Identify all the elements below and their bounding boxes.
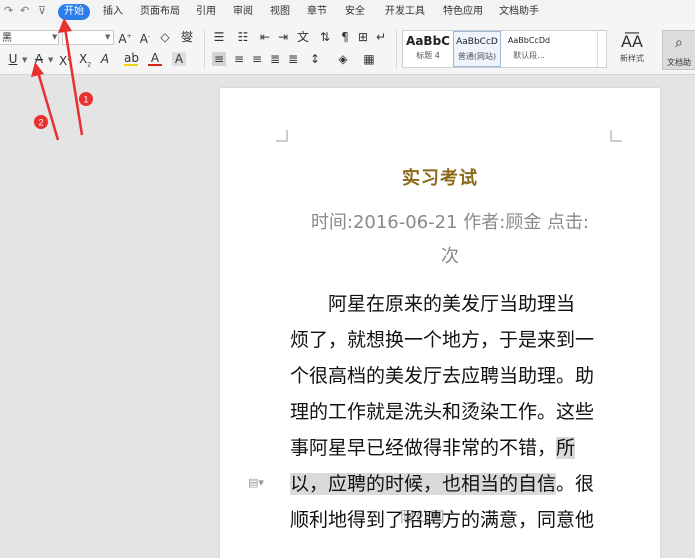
annotation-layer: 1 2 [31,18,93,141]
annotation-badge-2: 2 [34,115,48,129]
annotation-badge-1: 1 [79,92,93,106]
annotation-arrow-1 [58,18,84,136]
svg-text:1: 1 [83,95,88,105]
svg-text:2: 2 [38,118,43,128]
annotation-arrow-2 [31,62,60,141]
